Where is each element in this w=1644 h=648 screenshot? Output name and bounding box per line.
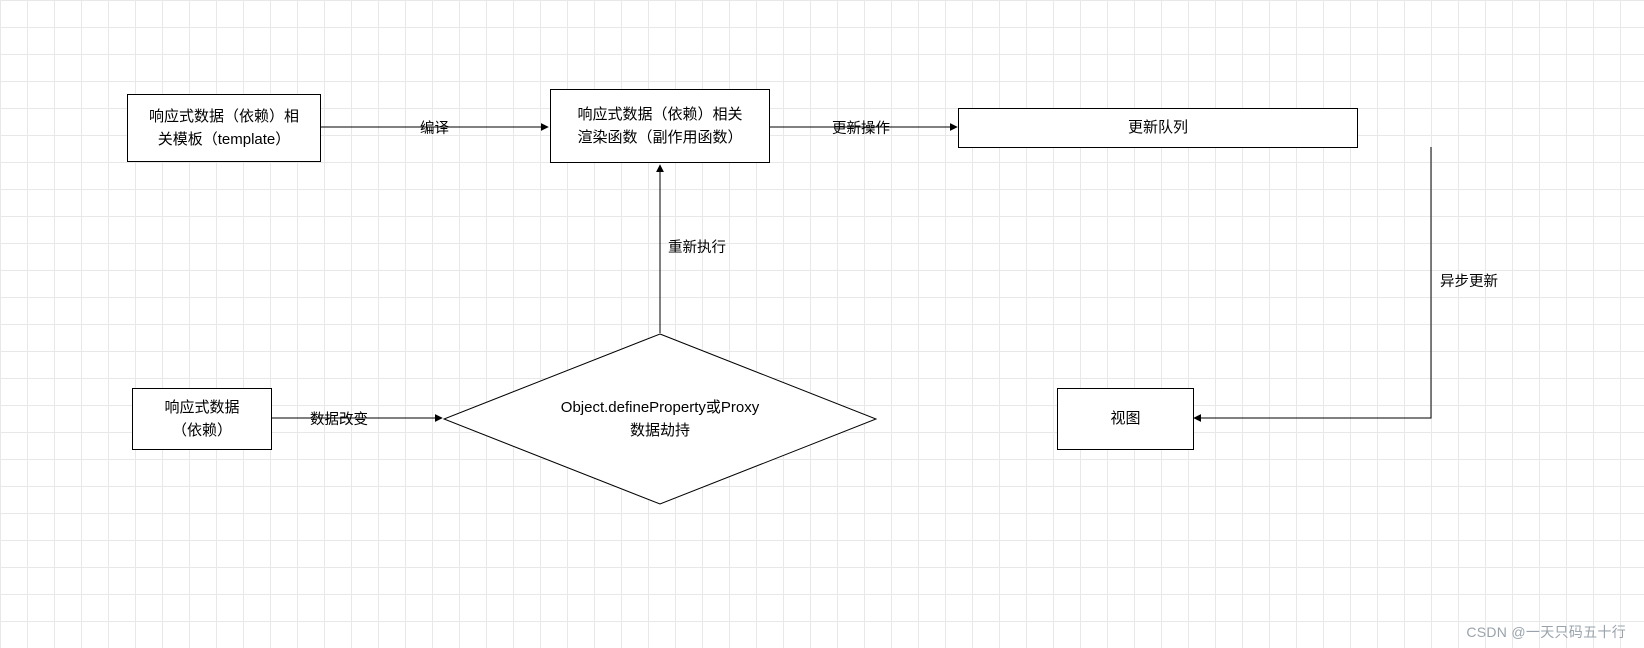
- node-render-function: 响应式数据（依赖）相关 渲染函数（副作用函数）: [550, 89, 770, 163]
- node-reactive-data: 响应式数据 （依赖）: [132, 388, 272, 450]
- node-reactive-template-line2: 关模板（template）: [149, 128, 299, 151]
- node-reactive-data-line2: （依赖）: [164, 419, 239, 442]
- node-data-intercept: Object.defineProperty或Proxy 数据劫持: [443, 333, 877, 505]
- node-view-label: 视图: [1110, 407, 1140, 430]
- edge-label-update-op: 更新操作: [832, 117, 890, 138]
- node-reactive-data-line1: 响应式数据: [164, 396, 239, 419]
- edge-label-reexec: 重新执行: [668, 236, 726, 257]
- node-update-queue: 更新队列: [958, 108, 1358, 148]
- edge-label-async-update: 异步更新: [1440, 270, 1498, 291]
- edge-label-compile: 编译: [420, 117, 449, 138]
- diagram-canvas: 响应式数据（依赖）相 关模板（template） 响应式数据（依赖）相关 渲染函…: [0, 0, 1644, 648]
- node-update-queue-label: 更新队列: [1128, 116, 1188, 139]
- node-reactive-template-line1: 响应式数据（依赖）相: [149, 105, 299, 128]
- node-data-intercept-line2: 数据劫持: [491, 419, 830, 442]
- node-reactive-template: 响应式数据（依赖）相 关模板（template）: [127, 94, 321, 162]
- node-render-function-line1: 响应式数据（依赖）相关: [577, 103, 742, 126]
- watermark: CSDN @一天只码五十行: [1466, 622, 1626, 642]
- node-view: 视图: [1057, 388, 1194, 450]
- edge-label-data-change: 数据改变: [310, 408, 368, 429]
- node-render-function-line2: 渲染函数（副作用函数）: [577, 126, 742, 149]
- node-data-intercept-line1: Object.defineProperty或Proxy: [491, 396, 830, 419]
